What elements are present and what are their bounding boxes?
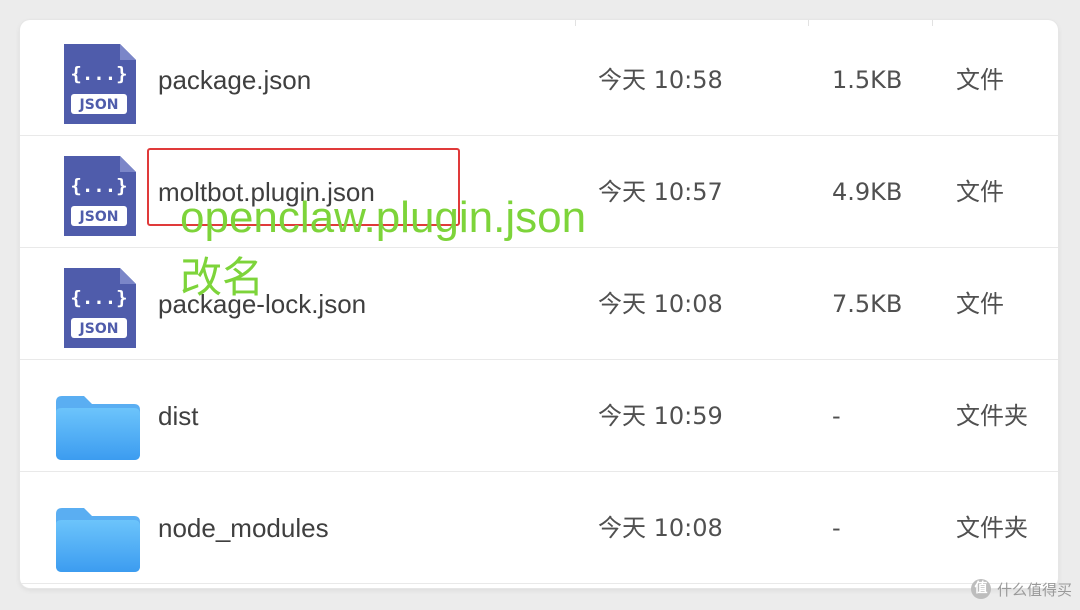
- json-icon-braces: {...}: [70, 175, 127, 197]
- file-kind: 文件: [956, 178, 1004, 206]
- file-kind: 文件: [956, 290, 1004, 318]
- file-kind: 文件夹: [956, 514, 1028, 542]
- json-file-icon: {...} JSON: [64, 268, 136, 348]
- file-kind: 文件夹: [956, 402, 1028, 430]
- file-row-node-modules[interactable]: node_modules 今天 10:08 - 文件夹: [20, 472, 1058, 584]
- annotation-new-name: openclaw.plugin.json: [180, 193, 587, 242]
- json-file-icon: {...} JSON: [64, 44, 136, 124]
- file-date: 今天 10:08: [598, 290, 723, 318]
- watermark-text: 什么值得买: [996, 580, 1072, 599]
- file-size: -: [832, 402, 841, 430]
- file-date: 今天 10:08: [598, 514, 723, 542]
- file-list-panel: {...} JSON package.json 今天 10:58 1.5KB 文…: [20, 20, 1058, 588]
- folder-icon: [56, 396, 140, 460]
- file-name[interactable]: node_modules: [158, 472, 329, 584]
- watermark-logo-icon: 值: [970, 579, 991, 599]
- json-icon-braces: {...}: [70, 63, 127, 85]
- watermark: 值 什么值得买: [970, 576, 1072, 602]
- file-date: 今天 10:57: [598, 178, 723, 206]
- file-size: 1.5KB: [832, 66, 903, 94]
- file-row-package-json[interactable]: {...} JSON package.json 今天 10:58 1.5KB 文…: [20, 24, 1058, 136]
- folder-icon: [56, 508, 140, 572]
- file-size: 4.9KB: [832, 178, 903, 206]
- file-kind: 文件: [956, 66, 1004, 94]
- json-icon-braces: {...}: [70, 287, 127, 309]
- json-icon-label: JSON: [79, 97, 119, 113]
- file-name[interactable]: package.json: [158, 24, 311, 136]
- json-file-icon: {...} JSON: [64, 156, 136, 236]
- file-name[interactable]: dist: [158, 360, 198, 472]
- file-row-dist[interactable]: dist 今天 10:59 - 文件夹: [20, 360, 1058, 472]
- file-size: 7.5KB: [832, 290, 903, 318]
- file-row-package-lock-json[interactable]: {...} JSON package-lock.json 今天 10:08 7.…: [20, 248, 1058, 360]
- json-icon-label: JSON: [79, 321, 119, 337]
- file-date: 今天 10:59: [598, 402, 723, 430]
- file-date: 今天 10:58: [598, 66, 723, 94]
- json-icon-label: JSON: [79, 209, 119, 225]
- annotation-rename-note: 改名: [180, 253, 265, 302]
- file-size: -: [832, 514, 841, 542]
